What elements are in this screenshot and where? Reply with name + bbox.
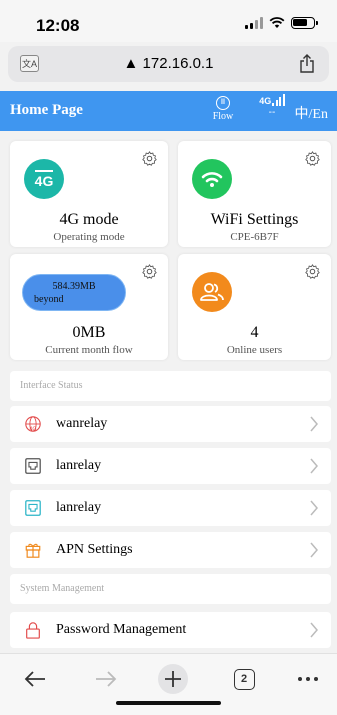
status-time: 12:08 — [36, 16, 80, 35]
cellular-signal-icon — [245, 17, 263, 29]
wifi-icon — [192, 159, 232, 199]
tabs-count: 2 — [233, 668, 255, 690]
tabs-button[interactable]: 2 — [229, 664, 259, 694]
users-icon — [192, 272, 232, 312]
back-button[interactable] — [18, 664, 52, 694]
wifi-title: WiFi Settings — [210, 211, 299, 228]
wifi-ssid: CPE-6B7F — [230, 231, 279, 243]
svg-text:4G: 4G — [29, 426, 36, 432]
flow-title: 0MB — [72, 324, 106, 341]
wifi-icon — [269, 17, 285, 28]
users-card[interactable]: 4 Online users — [178, 254, 331, 360]
flow-card[interactable]: 584.39MB beyond 0MB Current month flow — [10, 254, 168, 360]
flow-usage-note: beyond — [34, 294, 64, 305]
battery-icon — [291, 17, 318, 29]
chevron-right-icon — [310, 500, 318, 516]
chevron-right-icon — [310, 458, 318, 474]
arrow-left-icon — [24, 671, 45, 687]
flow-label: Flow — [212, 111, 234, 122]
network-signal-icon: 4G — [258, 94, 286, 106]
flow-usage-value: 584.39MB — [52, 281, 96, 292]
flow-subtitle: Current month flow — [45, 344, 133, 356]
status-bar: 12:08 — [0, 0, 337, 42]
mode-card[interactable]: 4G 4G mode Operating mode — [10, 141, 168, 247]
lock-icon — [26, 622, 40, 639]
flow-icon: ll — [216, 96, 230, 110]
mode-subtitle: Operating mode — [53, 231, 125, 243]
ethernet-port-icon — [25, 458, 41, 474]
language-switch[interactable]: 中/En — [295, 103, 328, 123]
network-status: 4G -- — [258, 94, 286, 118]
app-header: Home Page ll Flow 4G -- 中/En — [0, 91, 337, 131]
share-icon[interactable] — [299, 54, 315, 73]
list-item-label: APN Settings — [56, 542, 133, 557]
list-item-password-management[interactable]: Password Management — [10, 612, 331, 648]
list-item-apn-settings[interactable]: APN Settings — [10, 532, 331, 568]
gear-icon[interactable] — [141, 263, 158, 280]
list-item-label: Password Management — [56, 622, 187, 637]
chevron-right-icon — [310, 542, 318, 558]
list-item-label: lanrelay — [56, 458, 102, 473]
status-icons — [245, 17, 318, 29]
more-dots-icon — [298, 677, 318, 681]
flow-button[interactable]: ll Flow — [203, 96, 243, 122]
address-bar[interactable]: 文A ▲ 172.16.0.1 — [8, 46, 329, 82]
users-count: 4 — [250, 324, 259, 341]
section-interface-status: Interface Status — [10, 371, 331, 401]
list-item-label: wanrelay — [56, 416, 108, 431]
globe-4g-icon: 4G — [25, 416, 41, 432]
arrow-right-icon — [96, 671, 117, 687]
more-button[interactable] — [293, 664, 323, 694]
browser-toolbar: 2 — [0, 653, 337, 715]
4g-icon: 4G — [24, 159, 64, 199]
flow-usage-pill: 584.39MB beyond — [22, 274, 126, 311]
gear-icon[interactable] — [304, 150, 321, 167]
home-indicator — [116, 701, 221, 705]
gear-icon[interactable] — [141, 150, 158, 167]
list-item-wanrelay[interactable]: 4G wanrelay — [10, 406, 331, 442]
gift-box-icon — [25, 543, 41, 558]
new-tab-button[interactable] — [156, 664, 190, 694]
wifi-card[interactable]: WiFi Settings CPE-6B7F — [178, 141, 331, 247]
gear-icon[interactable] — [304, 263, 321, 280]
section-system-management: System Management — [10, 574, 331, 604]
users-subtitle: Online users — [226, 344, 283, 356]
chevron-right-icon — [310, 416, 318, 432]
network-label: -- — [268, 107, 276, 118]
url-text[interactable]: ▲ 172.16.0.1 — [8, 55, 329, 72]
forward-button[interactable] — [89, 664, 123, 694]
ethernet-port-icon — [25, 500, 41, 516]
page-title: Home Page — [10, 102, 83, 118]
list-item-label: lanrelay — [56, 500, 102, 515]
mode-title: 4G mode — [59, 211, 119, 228]
plus-icon — [158, 664, 188, 694]
chevron-right-icon — [310, 622, 318, 638]
list-item-lanrelay-1[interactable]: lanrelay — [10, 448, 331, 484]
list-item-lanrelay-2[interactable]: lanrelay — [10, 490, 331, 526]
